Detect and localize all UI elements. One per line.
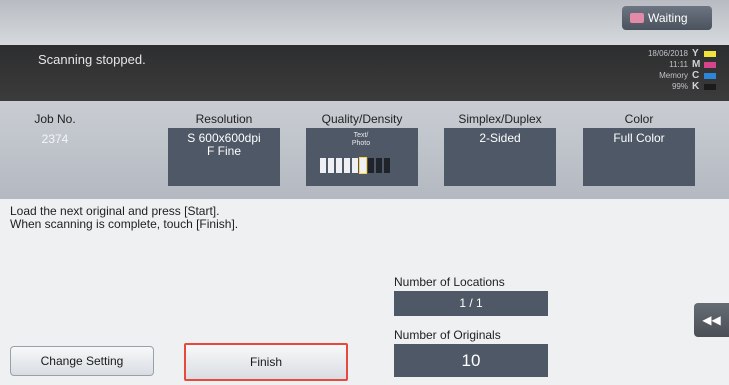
- color-value: Full Color: [613, 131, 665, 145]
- density-step: [344, 158, 350, 173]
- toner-bar: [704, 50, 716, 57]
- toner-c: C: [692, 70, 722, 81]
- toner-bar: [704, 61, 716, 68]
- color-button[interactable]: Full Color: [583, 128, 695, 186]
- toner-letter: K: [692, 81, 700, 92]
- memory-value: 99%: [671, 82, 688, 91]
- duplex-label: Simplex/Duplex: [458, 112, 542, 126]
- color-label: Color: [624, 112, 654, 126]
- job-no-label: Job No.: [34, 112, 76, 126]
- toner-letter: M: [692, 59, 701, 70]
- clock-panel: 18/06/2018 11:11 Memory 99%: [620, 48, 688, 92]
- density-step: [384, 158, 390, 173]
- quality-mode: Text/ Photo: [351, 132, 371, 147]
- density-step: [359, 157, 367, 174]
- finish-button[interactable]: Finish: [184, 343, 348, 381]
- navigate-back-button[interactable]: ◀◀: [694, 303, 729, 337]
- time-text: 11:11: [669, 60, 688, 69]
- density-step: [352, 158, 358, 173]
- density-step: [320, 158, 326, 173]
- density-step: [328, 158, 334, 173]
- date-text: 18/06/2018: [647, 49, 688, 58]
- duplex-value: 2-Sided: [479, 131, 521, 145]
- change-setting-button[interactable]: Change Setting: [10, 346, 154, 376]
- toner-k: K: [692, 81, 722, 92]
- density-step: [368, 158, 374, 173]
- toner-bar: [704, 83, 716, 90]
- status-message: Scanning stopped.: [38, 52, 146, 67]
- resolution-button[interactable]: S 600x600dpi F Fine: [168, 128, 280, 186]
- toner-m: M: [692, 59, 722, 70]
- density-step: [336, 158, 342, 173]
- waiting-label: Waiting: [648, 11, 688, 25]
- toner-letter: Y: [692, 48, 699, 59]
- quality-label: Quality/Density: [321, 112, 403, 126]
- job-no-value: 2374: [41, 132, 69, 146]
- resolution-label: Resolution: [195, 112, 253, 126]
- originals-label: Number of Originals: [394, 328, 501, 342]
- toner-y: Y: [692, 48, 722, 59]
- instruction-text: Load the next original and press [Start]…: [10, 205, 238, 231]
- top-band: [0, 0, 729, 45]
- toner-letter: C: [692, 70, 700, 81]
- job-icon: [630, 13, 644, 23]
- density-ramp: [320, 157, 390, 174]
- resolution-value-2: F Fine: [206, 144, 241, 158]
- instruction-line-2: When scanning is complete, touch [Finish…: [10, 217, 239, 231]
- locations-value: 1 / 1: [394, 291, 548, 316]
- waiting-indicator[interactable]: Waiting: [622, 6, 712, 30]
- toner-levels: YMCK: [692, 48, 722, 92]
- memory-label: Memory: [659, 71, 688, 80]
- locations-label: Number of Locations: [394, 275, 505, 289]
- toner-bar: [704, 72, 716, 79]
- originals-value: 10: [394, 344, 548, 377]
- density-step: [376, 158, 382, 173]
- duplex-button[interactable]: 2-Sided: [444, 128, 556, 186]
